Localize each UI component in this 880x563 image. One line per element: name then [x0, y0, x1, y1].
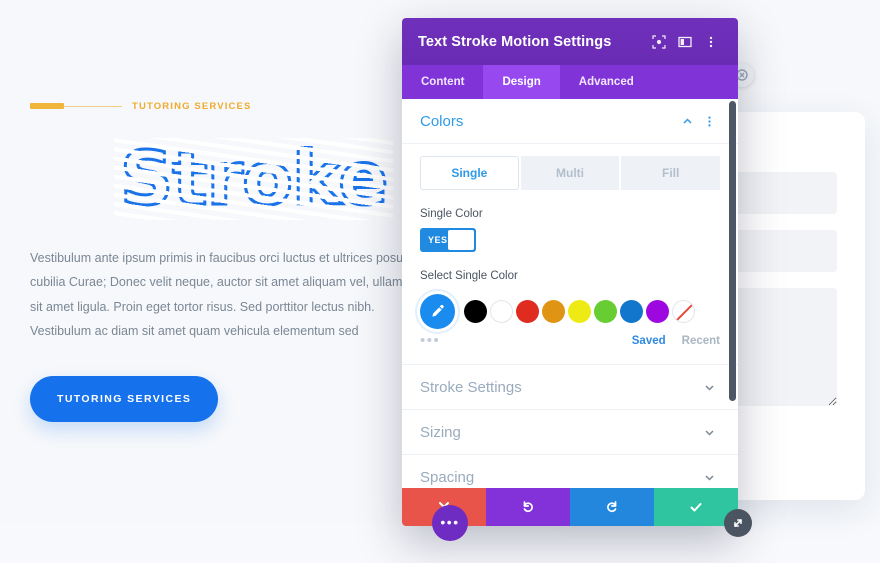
undo-button[interactable] — [486, 488, 570, 526]
hero-heading-text: Stroke — [113, 136, 394, 222]
color-swatch-row — [402, 282, 738, 329]
focus-icon[interactable] — [646, 29, 672, 55]
section-title-colors: Colors — [420, 112, 464, 130]
segment-multi[interactable]: Multi — [520, 156, 620, 190]
section-title-stroke-settings: Stroke Settings — [420, 378, 522, 396]
swatch-meta-row: ••• Saved Recent — [402, 329, 738, 348]
hero-section: TUTORING SERVICES Stroke Vestibulum ante… — [30, 96, 450, 422]
floating-options-button[interactable]: ••• — [432, 505, 468, 541]
hero-heading: Stroke — [113, 136, 450, 222]
settings-modal: Text Stroke Motion Settings Content Desi… — [402, 18, 738, 526]
swatch-meta-links: Saved Recent — [632, 335, 720, 347]
section-header-sizing[interactable]: Sizing — [402, 410, 738, 455]
eyebrow-line-icon — [64, 105, 122, 107]
swatch-black[interactable] — [464, 300, 487, 323]
swatch-red[interactable] — [516, 300, 539, 323]
more-colors-icon[interactable]: ••• — [420, 333, 440, 348]
eyedropper-icon[interactable] — [420, 294, 455, 329]
redo-button[interactable] — [570, 488, 654, 526]
section-title-sizing: Sizing — [420, 423, 461, 441]
tab-design[interactable]: Design — [483, 65, 560, 99]
hero-body-text: Vestibulum ante ipsum primis in faucibus… — [30, 251, 422, 339]
tab-content[interactable]: Content — [402, 65, 483, 99]
section-title-spacing: Spacing — [420, 468, 475, 486]
swatch-purple[interactable] — [646, 300, 669, 323]
modal-scrollbar[interactable] — [729, 101, 736, 401]
overflow-menu-icon[interactable] — [698, 29, 724, 55]
saved-colors-link[interactable]: Saved — [632, 335, 666, 347]
swatch-orange[interactable] — [542, 300, 565, 323]
floating-dots-icon: ••• — [440, 514, 460, 530]
toggle-knob — [447, 230, 474, 250]
single-color-label: Single Color — [420, 208, 483, 220]
recent-colors-link[interactable]: Recent — [682, 335, 720, 347]
swatch-yellow[interactable] — [568, 300, 591, 323]
chevron-down-icon[interactable] — [698, 426, 720, 439]
tab-advanced[interactable]: Advanced — [560, 65, 653, 99]
eyebrow-label: TUTORING SERVICES — [132, 100, 252, 112]
modal-tab-bar: Content Design Advanced — [402, 65, 738, 99]
segment-single[interactable]: Single — [420, 156, 519, 190]
select-single-color-label: Select Single Color — [420, 270, 518, 282]
swatch-transparent[interactable] — [672, 300, 695, 323]
section-header-stroke-settings[interactable]: Stroke Settings — [402, 365, 738, 410]
modal-title: Text Stroke Motion Settings — [418, 33, 612, 50]
modal-body: Colors Single Multi Fill Single Color YE… — [402, 99, 738, 488]
tutoring-services-button[interactable]: TUTORING SERVICES — [30, 375, 219, 422]
eyebrow-bar-icon — [30, 103, 64, 109]
section-header-colors[interactable]: Colors — [402, 99, 738, 144]
swatch-white[interactable] — [490, 300, 513, 323]
modal-header: Text Stroke Motion Settings — [402, 18, 738, 65]
segment-fill[interactable]: Fill — [621, 156, 721, 190]
toggle-value-label: YES — [428, 235, 448, 245]
eyebrow-row: TUTORING SERVICES — [30, 96, 450, 116]
chevron-down-icon[interactable] — [698, 381, 720, 394]
single-color-toggle[interactable]: YES — [420, 228, 476, 252]
swatch-blue[interactable] — [620, 300, 643, 323]
chevron-down-icon[interactable] — [698, 471, 720, 484]
color-mode-segmented-control: Single Multi Fill — [402, 144, 738, 190]
screenshot-root: TUTORING SERVICES Stroke Vestibulum ante… — [0, 0, 880, 563]
section-header-spacing[interactable]: Spacing — [402, 455, 738, 488]
resize-diagonal-icon[interactable] — [724, 509, 752, 537]
chevron-up-icon[interactable] — [676, 115, 698, 128]
swatch-green[interactable] — [594, 300, 617, 323]
section-overflow-menu-icon[interactable] — [698, 115, 720, 128]
split-view-icon[interactable] — [672, 29, 698, 55]
